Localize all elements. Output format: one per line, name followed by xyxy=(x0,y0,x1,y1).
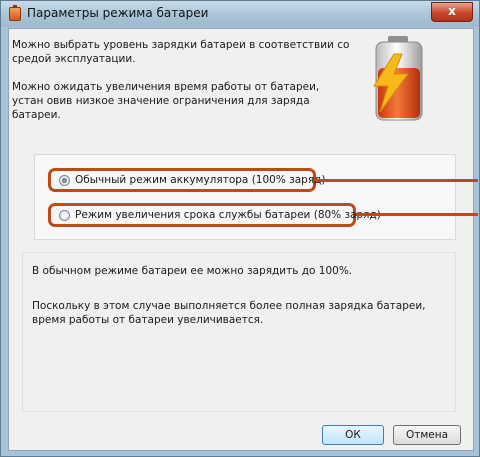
callout-line-1 xyxy=(316,179,478,182)
battery-icon xyxy=(9,5,21,21)
option-normal-mode-label: Обычный режим аккумулятора (100% заряд) xyxy=(75,174,326,186)
charge-mode-group xyxy=(34,154,456,240)
radio-normal-mode[interactable] xyxy=(59,174,70,186)
intro-text: Можно выбрать уровень зарядки батареи в … xyxy=(12,38,352,136)
cancel-button[interactable]: Отмена xyxy=(393,425,461,445)
option-extended-life-mode[interactable]: Режим увеличения срока службы батареи (8… xyxy=(48,203,381,227)
callout-line-2 xyxy=(356,213,478,216)
battery-lightning-icon xyxy=(373,36,423,121)
description-paragraph-1: В обычном режиме батареи ее можно заряди… xyxy=(32,265,353,277)
close-button[interactable]: x xyxy=(431,2,473,22)
radio-extended-life-mode[interactable] xyxy=(59,209,70,221)
title-bar[interactable]: Параметры режима батареи x xyxy=(1,1,479,27)
option-normal-mode[interactable]: Обычный режим аккумулятора (100% заряд) xyxy=(48,168,326,192)
description-text: В обычном режиме батареи ее можно заряди… xyxy=(32,264,442,348)
ok-button[interactable]: ОК xyxy=(322,425,384,445)
intro-paragraph-2: Можно ожидать увеличения время работы от… xyxy=(12,81,320,121)
window-title: Параметры режима батареи xyxy=(27,6,209,20)
description-paragraph-2: Поскольку в этом случае выполняется боле… xyxy=(32,300,426,326)
option-extended-life-mode-label: Режим увеличения срока службы батареи (8… xyxy=(75,209,381,221)
intro-paragraph-1: Можно выбрать уровень зарядки батареи в … xyxy=(12,39,350,65)
